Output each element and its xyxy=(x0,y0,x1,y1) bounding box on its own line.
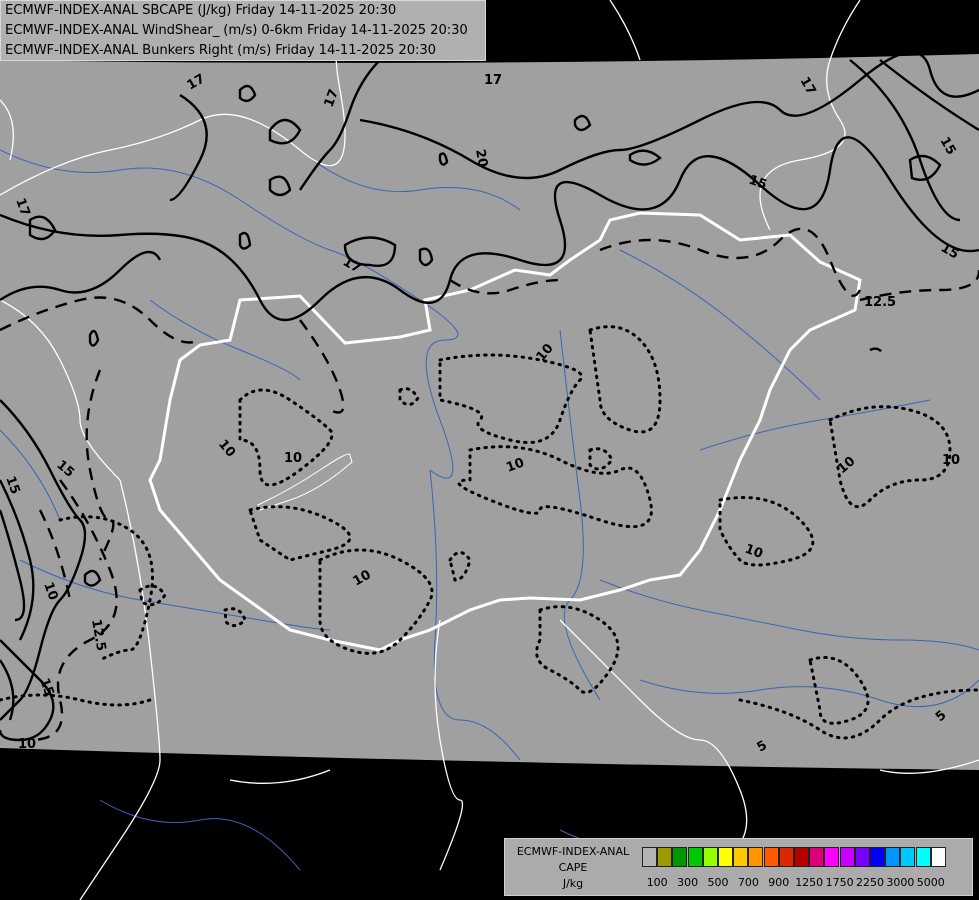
legend-swatch xyxy=(702,847,718,867)
legend-swatch xyxy=(748,847,764,867)
legend-swatch xyxy=(900,847,916,867)
legend-tick-label: 1250 xyxy=(795,876,824,889)
legend-swatch xyxy=(839,847,855,867)
title-windshear: ECMWF-INDEX-ANAL WindShear_ (m/s) 0-6km … xyxy=(5,23,468,38)
legend-swatch xyxy=(930,847,946,867)
contour-label: 10 xyxy=(284,451,302,466)
legend-swatch xyxy=(672,847,688,867)
legend-source: ECMWF-INDEX-ANAL xyxy=(516,845,630,858)
legend-swatch xyxy=(657,847,673,867)
legend-tick-label: 500 xyxy=(707,876,729,889)
contour-label: 10 xyxy=(18,737,36,752)
contour-label: 17 xyxy=(484,73,502,88)
legend-swatch xyxy=(885,847,901,867)
legend-tick-label: 2250 xyxy=(856,876,884,889)
legend-swatch xyxy=(809,847,825,867)
legend-swatch xyxy=(824,847,840,867)
legend-tick-label: 3000 xyxy=(886,876,915,889)
legend-tick-label: 900 xyxy=(768,876,790,889)
weather-map: 17 17 20 17 17 15 17 15 15 12.5 15 17 10… xyxy=(0,0,979,900)
legend-units: J/kg xyxy=(562,877,584,890)
legend-swatch xyxy=(915,847,931,867)
title-box: ECMWF-INDEX-ANAL SBCAPE (J/kg) Friday 14… xyxy=(0,0,486,61)
legend-swatch xyxy=(763,847,779,867)
legend-tick-label: 700 xyxy=(737,876,759,889)
legend-swatch xyxy=(794,847,809,867)
title-sbcape: ECMWF-INDEX-ANAL SBCAPE (J/kg) Friday 14… xyxy=(5,3,397,18)
legend-tick-label: 300 xyxy=(677,876,699,889)
legend-tick-label: 1750 xyxy=(825,876,854,889)
legend-swatch xyxy=(687,847,703,867)
contour-label: 10 xyxy=(942,453,960,468)
legend-swatch xyxy=(718,847,733,867)
legend-swatch xyxy=(733,847,749,867)
title-bunkers: ECMWF-INDEX-ANAL Bunkers Right (m/s) Fri… xyxy=(5,43,436,58)
legend-variable: CAPE xyxy=(558,861,588,874)
contour-label: 12.5 xyxy=(864,295,896,310)
legend-swatch xyxy=(778,847,794,867)
cape-legend: ECMWF-INDEX-ANAL CAPE J/kg 100 300 500 700 9… xyxy=(504,838,973,896)
legend-tick-label: 5000 xyxy=(916,876,945,889)
legend-tick-label: 100 xyxy=(646,876,668,889)
legend-swatch xyxy=(870,847,885,867)
legend-swatch xyxy=(642,847,657,867)
contour-label: 20 xyxy=(472,148,490,168)
legend-swatch xyxy=(854,847,870,867)
